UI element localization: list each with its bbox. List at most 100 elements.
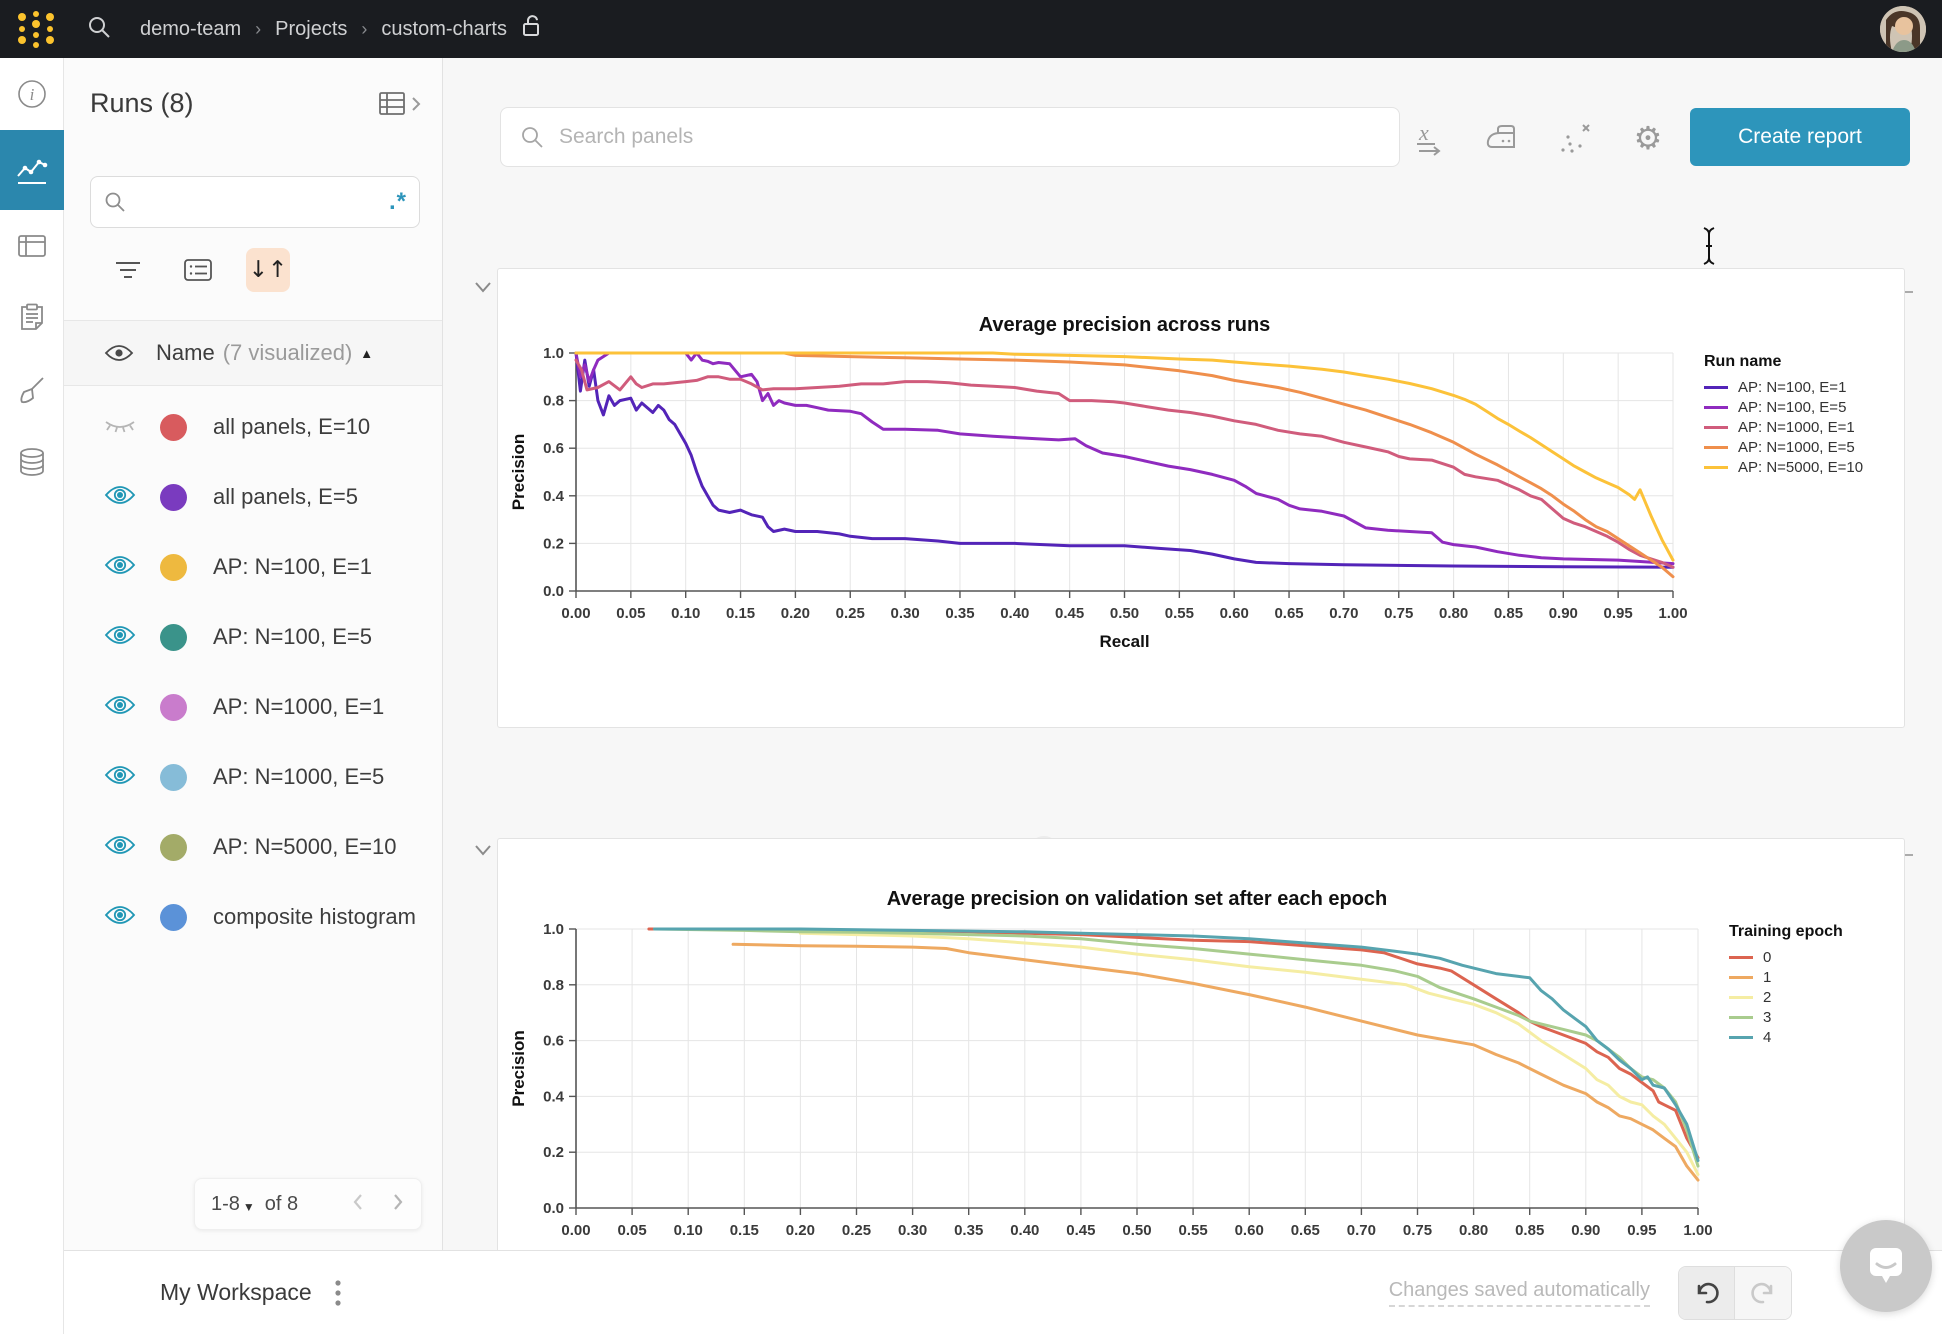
run-row[interactable]: AP: N=1000, E=5 [64,742,442,812]
user-avatar[interactable] [1880,6,1926,52]
svg-text:0.70: 0.70 [1329,605,1358,622]
run-row[interactable]: AP: N=100, E=5 [64,602,442,672]
workspace-settings-button[interactable]: ⚙ [1627,117,1669,159]
svg-text:1.0: 1.0 [543,345,564,362]
runs-search-input[interactable] [137,191,389,213]
run-visibility-toggle[interactable] [104,484,136,511]
rail-item-overview[interactable]: i [0,58,64,130]
run-color-dot [160,694,187,721]
svg-text:0.95: 0.95 [1627,1222,1656,1239]
svg-text:0.4: 0.4 [543,488,565,505]
redo-button[interactable] [1735,1267,1791,1319]
page-size-caret-icon[interactable]: ▼ [243,1200,255,1214]
run-name-label: AP: N=100, E=1 [213,554,372,580]
svg-text:0.60: 0.60 [1235,1222,1264,1239]
svg-text:1.00: 1.00 [1658,605,1687,622]
run-visibility-toggle[interactable] [104,764,136,791]
run-visibility-toggle[interactable] [104,554,136,581]
expand-runs-table-button[interactable] [378,91,422,117]
rail-item-tables[interactable] [0,210,64,282]
regex-toggle-icon[interactable]: .* [389,188,407,216]
autosave-status: Changes saved automatically [1389,1279,1650,1307]
panel-search-input[interactable] [559,125,1381,149]
rail-item-artifacts[interactable] [0,426,64,498]
run-visibility-toggle[interactable] [104,694,136,721]
svg-text:0.0: 0.0 [543,583,564,600]
rail-item-charts[interactable] [0,130,64,210]
prev-page-button[interactable] [351,1192,365,1217]
runs-name-column-header[interactable]: Name (7 visualized) ▲ [64,320,442,386]
next-page-button[interactable] [391,1192,405,1217]
breadcrumb-team[interactable]: demo-team [140,18,241,41]
series-line [655,929,1699,1161]
collapse-section-button[interactable] [473,280,493,299]
run-row[interactable]: all panels, E=5 [64,462,442,532]
kebab-menu-icon [334,1278,342,1308]
rail-item-notes[interactable] [0,282,64,354]
svg-text:0.6: 0.6 [543,1033,564,1050]
legend-swatch [1704,466,1728,469]
create-report-button[interactable]: Create report [1690,108,1910,166]
run-visibility-toggle[interactable] [104,414,136,441]
legend-entry: 4 [1729,1029,1843,1046]
legend-label: AP: N=1000, E=1 [1738,419,1855,436]
run-row[interactable]: all panels, E=10 [64,392,442,462]
breadcrumb-project-name[interactable]: custom-charts [381,18,507,41]
wandb-logo-icon[interactable] [14,9,60,49]
panel-card-average-precision-across-runs[interactable]: 0.000.050.100.150.200.250.300.350.400.45… [497,268,1905,728]
svg-text:0.55: 0.55 [1165,605,1194,622]
group-runs-button[interactable] [176,248,220,292]
legend-swatch [1704,446,1728,449]
y-axis-label: Precision [509,1030,528,1107]
search-icon [103,190,127,214]
run-color-dot [160,624,187,651]
outliers-icon [1557,120,1595,156]
runs-table-icon [378,91,408,117]
filter-runs-button[interactable] [106,248,150,292]
run-row[interactable]: composite histogram [64,882,442,952]
panel-search-box[interactable] [500,107,1400,167]
run-visibility-toggle[interactable] [104,904,136,931]
global-search-icon[interactable] [86,14,112,45]
run-name-label: composite histogram [213,904,416,930]
outliers-settings-button[interactable] [1555,117,1597,159]
eye-open-icon [104,554,136,576]
run-row[interactable]: AP: N=5000, E=10 [64,812,442,882]
svg-text:0.85: 0.85 [1515,1222,1544,1239]
runs-search-box[interactable]: .* [90,176,420,228]
legend-label: AP: N=100, E=1 [1738,379,1846,396]
workspace-name[interactable]: My Workspace [160,1279,312,1306]
sort-runs-button[interactable]: ↓↑ [246,248,290,292]
breadcrumb-projects[interactable]: Projects [275,18,347,41]
chart-plot: 0.000.050.100.150.200.250.300.350.400.45… [498,269,1904,727]
smoothing-settings-button[interactable] [1483,117,1525,159]
legend-label: 2 [1763,989,1771,1006]
support-chat-button[interactable] [1840,1220,1932,1312]
run-row[interactable]: AP: N=100, E=1 [64,532,442,602]
svg-text:x: x [1418,120,1429,145]
svg-text:0.50: 0.50 [1122,1222,1151,1239]
svg-text:0.85: 0.85 [1494,605,1523,622]
legend-swatch [1729,996,1753,999]
run-color-dot [160,484,187,511]
svg-text:0.50: 0.50 [1110,605,1139,622]
page-total-label: of 8 [265,1193,298,1216]
undo-button[interactable] [1679,1267,1735,1319]
collapse-section-button[interactable] [473,843,493,862]
eye-open-icon [104,764,136,786]
run-visibility-toggle[interactable] [104,834,136,861]
run-color-dot [160,764,187,791]
eye-closed-icon [104,414,136,436]
legend-title: Training epoch [1729,923,1843,941]
legend-swatch [1729,976,1753,979]
run-visibility-toggle[interactable] [104,624,136,651]
workspace-main: x ⚙ Create report [443,58,1942,1334]
chart-legend: Training epoch01234 [1729,923,1843,1049]
x-axis-settings-button[interactable]: x [1411,117,1453,159]
page-range-selector[interactable]: 1-8 [211,1193,240,1216]
workspace-menu-button[interactable] [334,1278,342,1308]
svg-text:0.70: 0.70 [1347,1222,1376,1239]
legend-swatch [1704,386,1728,389]
run-row[interactable]: AP: N=1000, E=1 [64,672,442,742]
rail-item-sweeps[interactable] [0,354,64,426]
